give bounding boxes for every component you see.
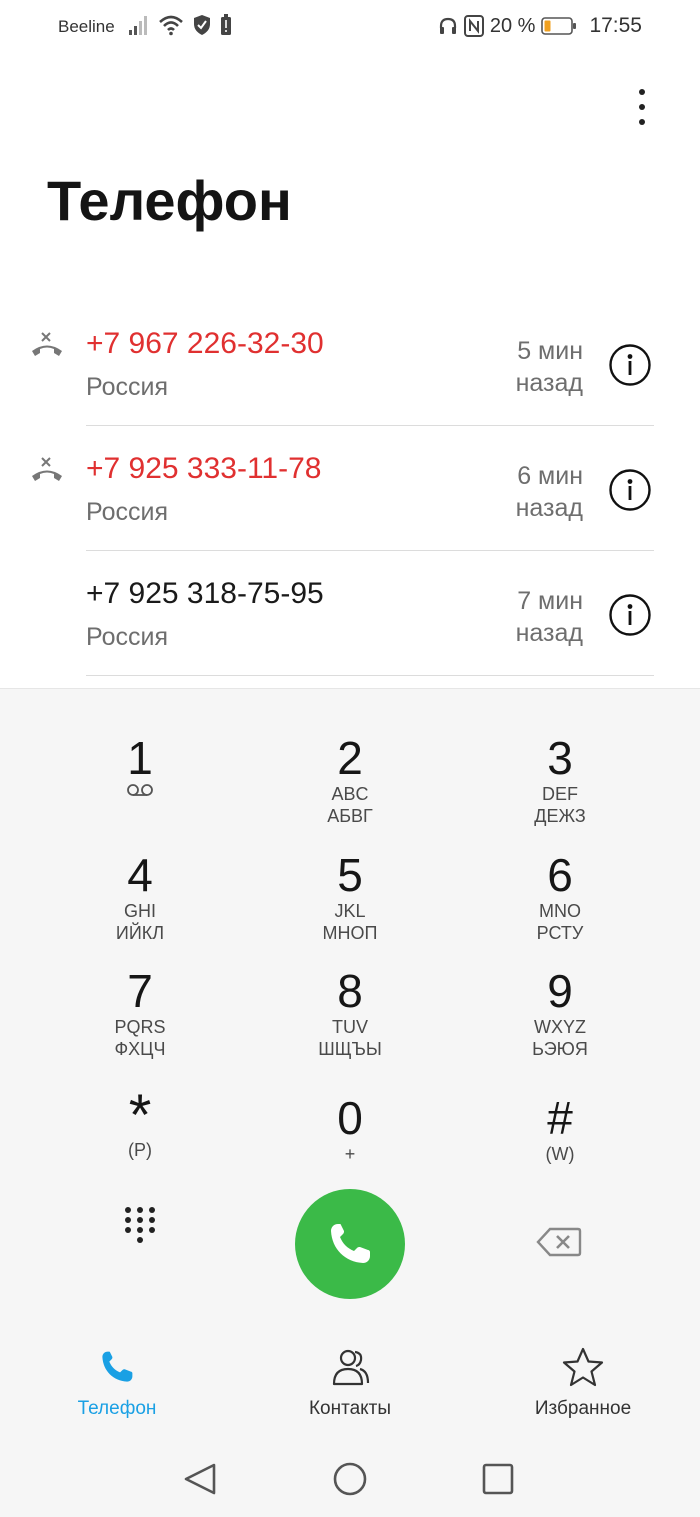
nav-tab-phone[interactable]: Телефон	[27, 1347, 207, 1420]
info-icon[interactable]	[608, 593, 652, 637]
dialpad-key-star[interactable]: * (P)	[40, 1087, 240, 1197]
dialpad-key-4[interactable]: 4 GHI ИЙКЛ	[40, 844, 240, 954]
call-number: +7 925 318-75-95	[86, 577, 324, 610]
call-log-row[interactable]: +7 925 318-75-95 Россия 7 мин назад	[0, 551, 700, 676]
call-location: Россия	[86, 623, 168, 651]
phone-icon	[102, 1351, 133, 1382]
battery-percent: 20 %	[489, 14, 536, 37]
call-number: +7 925 333-11-78	[86, 452, 322, 485]
clock: 17:55	[589, 14, 642, 37]
nav-label: Контакты	[308, 1398, 392, 1419]
battery-alert-icon	[221, 14, 231, 35]
info-icon[interactable]	[608, 343, 652, 387]
call-number: +7 967 226-32-30	[86, 327, 324, 360]
missed-call-icon	[32, 332, 62, 356]
star-icon	[562, 1347, 604, 1387]
dialpad-key-9[interactable]: 9 WXYZ ЬЭЮЯ	[460, 960, 660, 1070]
carrier-name: Beeline	[58, 17, 115, 36]
call-button[interactable]	[295, 1189, 405, 1299]
call-log-row[interactable]: +7 925 333-11-78 Россия 6 мин назад	[0, 426, 700, 551]
dialpad-key-8[interactable]: 8 TUV ШЩЪЫ	[250, 960, 450, 1070]
nav-tab-contacts[interactable]: Контакты	[260, 1347, 440, 1420]
dialpad-key-5[interactable]: 5 JKL МНОП	[250, 844, 450, 954]
missed-call-icon	[32, 457, 62, 481]
nav-label: Избранное	[534, 1398, 632, 1419]
info-icon[interactable]	[608, 468, 652, 512]
back-icon[interactable]	[180, 1461, 220, 1497]
contacts-icon	[332, 1349, 370, 1386]
more-options-button[interactable]	[622, 84, 662, 130]
phone-icon	[331, 1224, 370, 1263]
voicemail-icon	[127, 784, 153, 796]
call-time: 6 мин назад	[515, 462, 583, 522]
headphones-icon	[439, 17, 456, 34]
dialpad-key-6[interactable]: 6 MNO РСТУ	[460, 844, 660, 954]
backspace-icon[interactable]	[536, 1227, 582, 1257]
dialpad-key-7[interactable]: 7 PQRS ФХЦЧ	[40, 960, 240, 1070]
signal-icon	[129, 16, 147, 35]
vpn-shield-icon	[194, 15, 210, 35]
more-vert-icon	[639, 89, 645, 95]
call-location: Россия	[86, 373, 168, 401]
recents-icon[interactable]	[478, 1461, 518, 1497]
nav-label: Телефон	[77, 1398, 157, 1419]
dialpad-key-2[interactable]: 2 ABC АБВГ	[250, 727, 450, 837]
call-log-row[interactable]: +7 967 226-32-30 Россия 5 мин назад	[0, 301, 700, 426]
wifi-icon	[159, 15, 183, 36]
call-location: Россия	[86, 498, 168, 526]
call-log-list: +7 967 226-32-30 Россия 5 мин назад +7 92…	[0, 301, 700, 676]
dialpad-key-3[interactable]: 3 DEF ДЕЖЗ	[460, 727, 660, 837]
dialpad-toggle-icon[interactable]	[120, 1204, 160, 1244]
home-icon[interactable]	[330, 1461, 370, 1497]
dialpad-key-hash[interactable]: # (W)	[460, 1087, 660, 1197]
call-time: 5 мин назад	[515, 337, 583, 397]
dialpad-key-0[interactable]: 0 +	[250, 1087, 450, 1197]
battery-icon	[541, 16, 577, 36]
call-time: 7 мин назад	[515, 587, 583, 647]
dialpad-panel: 1 2 ABC АБВГ 3 DEF ДЕЖЗ 4 GHI ИЙКЛ 5 JKL…	[0, 688, 700, 1517]
page-title: Телефон	[47, 169, 292, 232]
nfc-icon	[463, 15, 484, 37]
nav-tab-favorites[interactable]: Избранное	[493, 1347, 673, 1420]
status-bar: Beeline 20 % 17:55	[0, 0, 700, 54]
dialpad-key-1[interactable]: 1	[40, 727, 240, 837]
